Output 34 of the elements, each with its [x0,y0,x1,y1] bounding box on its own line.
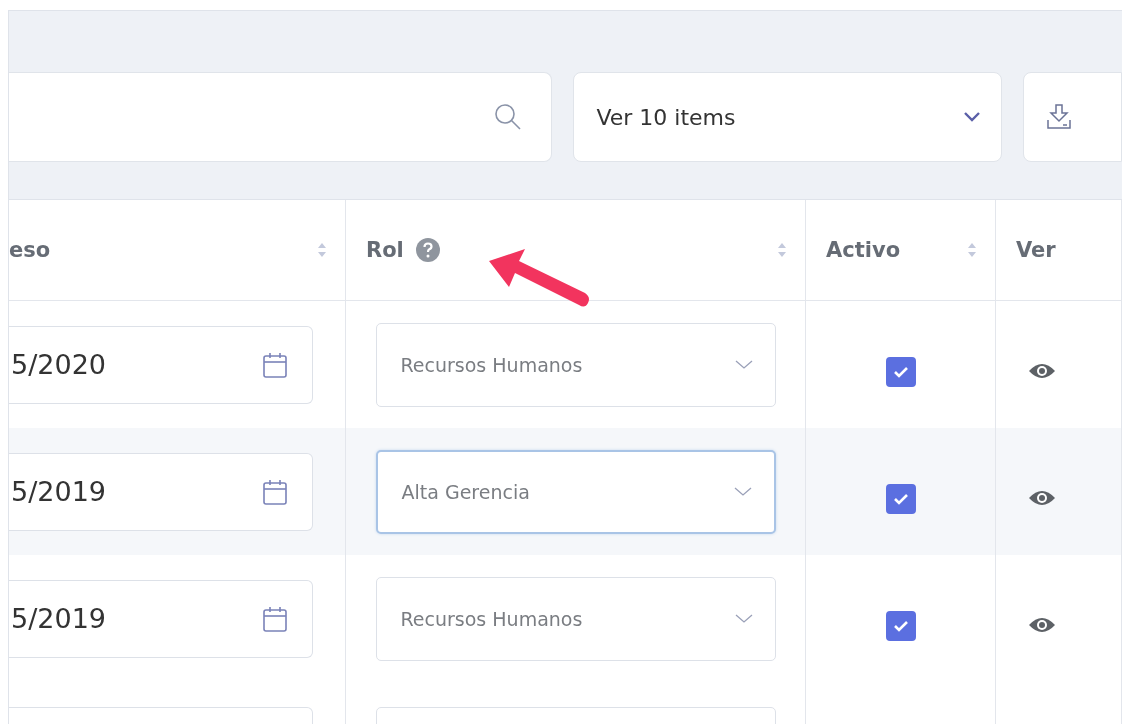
calendar-icon [262,477,288,506]
date-field[interactable]: 5/2020 [9,325,313,404]
column-header: Rol [366,238,404,262]
eye-icon[interactable] [1028,488,1056,508]
role-select[interactable]: Recursos Humanos [375,322,776,407]
download-icon [1046,103,1073,131]
calendar-icon [262,350,288,379]
column-header: Ver [1016,238,1056,262]
search-field[interactable] [9,72,553,162]
eye-icon[interactable] [1028,361,1056,381]
column-header: eso [9,238,51,262]
sort-icon[interactable] [317,242,327,258]
check-icon [891,364,910,379]
date-field[interactable]: 5/2019 [9,452,313,531]
sort-icon[interactable] [967,242,977,258]
role-select[interactable]: Alta Gerencia [375,449,776,534]
chevron-down-icon [963,111,982,123]
download-button[interactable] [1023,72,1122,162]
eye-icon[interactable] [1028,615,1056,635]
active-checkbox[interactable] [885,356,916,387]
page-size-select[interactable]: Ver 10 items [573,72,1003,162]
column-header: Activo [826,238,901,262]
check-icon [891,618,910,633]
date-field[interactable]: 5/2019 [9,579,313,658]
chevron-down-icon [734,359,753,370]
chevron-down-icon [733,486,752,497]
chevron-down-icon [734,613,753,624]
role-select[interactable]: Recursos Humanos [375,576,776,661]
active-checkbox[interactable] [885,610,916,641]
active-checkbox[interactable] [885,483,916,514]
help-icon[interactable] [415,238,440,262]
sort-icon[interactable] [777,242,787,258]
check-icon [891,491,910,506]
calendar-icon [262,604,288,633]
